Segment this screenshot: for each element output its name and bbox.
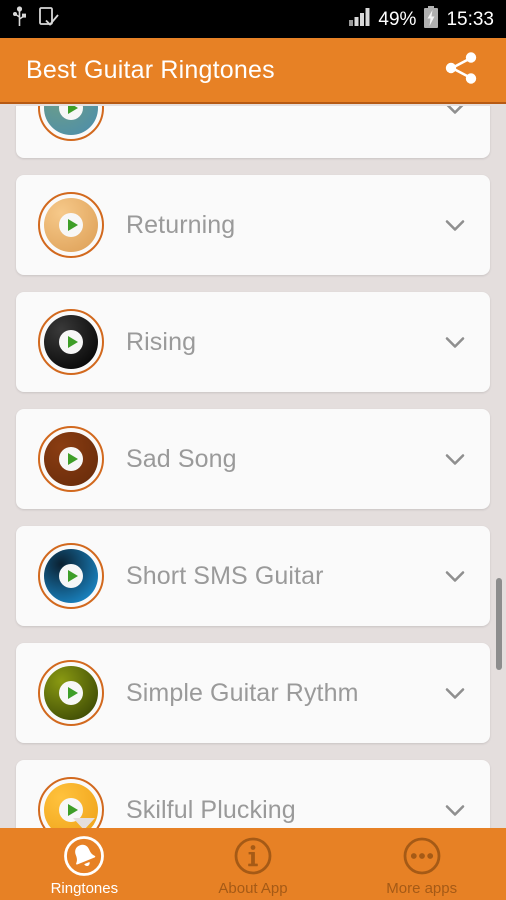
ringtone-title: Simple Guitar Rythm	[126, 678, 359, 707]
chevron-down-icon[interactable]	[438, 442, 472, 476]
ringtone-list-item[interactable]: Simple Guitar Rythm	[16, 643, 490, 743]
chevron-down-icon[interactable]	[438, 676, 472, 710]
nav-label-about-app: About App	[218, 880, 288, 897]
play-icon	[59, 447, 83, 471]
info-circle-icon	[231, 834, 275, 878]
ringtone-play-button[interactable]	[38, 660, 104, 726]
ringtone-list-item[interactable]: Short SMS Guitar	[16, 526, 490, 626]
bottom-navigation-bar: Ringtones About App More apps	[0, 828, 506, 900]
nav-label-ringtones: Ringtones	[50, 880, 119, 897]
ringtone-play-button[interactable]	[38, 106, 104, 141]
ringtone-play-button[interactable]	[38, 543, 104, 609]
ringtone-play-button[interactable]	[38, 426, 104, 492]
app-screen: 49% 15:33 Best Guitar Ringtones Returnin…	[0, 0, 506, 900]
nav-item-ringtones[interactable]: Ringtones	[0, 828, 169, 900]
play-icon	[59, 564, 83, 588]
ringtone-play-button[interactable]	[38, 192, 104, 258]
ringtone-list-item[interactable]: Rising	[16, 292, 490, 392]
ellipsis-circle-icon	[400, 834, 444, 878]
ringtone-list[interactable]: Returning Rising Sad Song Short SMS Guitar S…	[0, 106, 506, 828]
play-icon	[59, 213, 83, 237]
ringtone-list-item[interactable]: Returning	[16, 175, 490, 275]
status-bar-left-icons	[12, 5, 59, 33]
ringtone-title: Returning	[126, 210, 236, 239]
ringtone-title: Skilful Plucking	[126, 795, 296, 824]
clock-label: 15:33	[446, 8, 494, 30]
ringtone-title: Short SMS Guitar	[126, 561, 324, 590]
chevron-down-icon[interactable]	[438, 106, 472, 125]
nav-item-more-apps[interactable]: More apps	[337, 828, 506, 900]
bell-circle-icon	[62, 834, 106, 878]
ringtone-list-item[interactable]: Sad Song	[16, 409, 490, 509]
share-icon	[441, 48, 481, 93]
battery-percent-label: 49%	[378, 8, 417, 30]
scrollbar-thumb[interactable]	[496, 578, 502, 670]
ringtone-title: Rising	[126, 327, 197, 356]
ringtone-list-inner: Returning Rising Sad Song Short SMS Guitar S…	[0, 106, 506, 828]
battery-charging-icon	[423, 5, 439, 33]
device-check-icon	[39, 6, 59, 33]
chevron-down-icon[interactable]	[438, 793, 472, 827]
usb-icon	[12, 5, 27, 33]
ringtone-title: Sad Song	[126, 444, 237, 473]
ringtone-list-item[interactable]	[16, 106, 490, 158]
chevron-down-icon[interactable]	[438, 208, 472, 242]
share-button[interactable]	[438, 47, 484, 93]
nav-label-more-apps: More apps	[386, 880, 458, 897]
status-bar: 49% 15:33	[0, 0, 506, 38]
ringtone-play-button[interactable]	[38, 309, 104, 375]
play-icon	[59, 330, 83, 354]
nav-item-about-app[interactable]: About App	[169, 828, 338, 900]
page-title: Best Guitar Ringtones	[26, 55, 275, 84]
chevron-down-icon[interactable]	[438, 325, 472, 359]
signal-bars-icon	[349, 7, 371, 31]
play-icon	[59, 681, 83, 705]
chevron-down-icon[interactable]	[438, 559, 472, 593]
app-bar: Best Guitar Ringtones	[0, 38, 506, 104]
scrollbar-track[interactable]	[496, 106, 502, 828]
status-bar-right-icons: 49% 15:33	[349, 5, 494, 33]
